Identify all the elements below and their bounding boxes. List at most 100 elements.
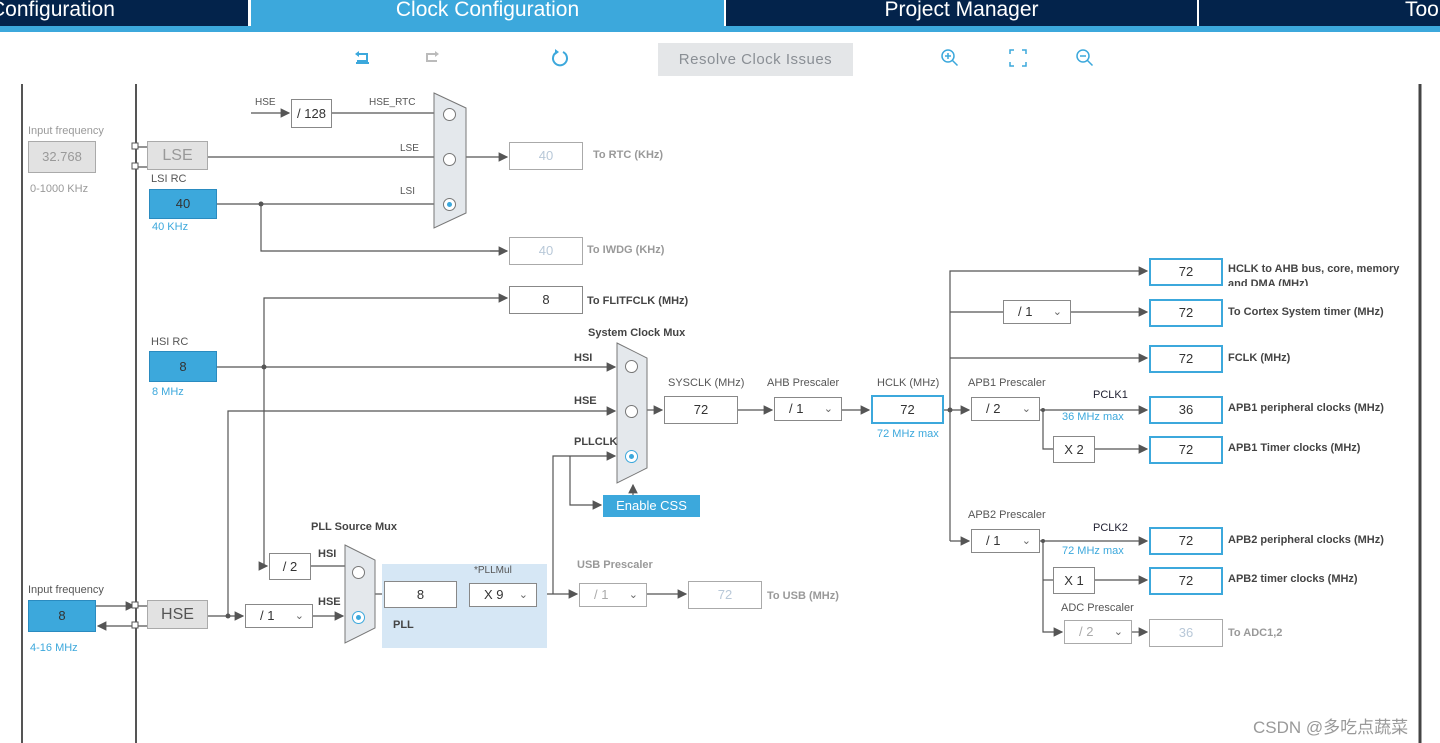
watermark: CSDN @多吃点蔬菜 (1253, 718, 1409, 737)
hclk-max: 72 MHz max (877, 428, 939, 440)
output-apb1-timer-label: APB1 Timer clocks (MHz) (1228, 442, 1361, 454)
hse-range: 4-16 MHz (30, 642, 78, 654)
enable-css-button[interactable]: Enable CSS (603, 495, 700, 517)
iwdg-output-label: To IWDG (KHz) (587, 244, 665, 256)
hse-frequency-input[interactable]: 8 (28, 600, 96, 632)
rtc-output-label: To RTC (KHz) (593, 149, 664, 161)
apb1-prescaler-select[interactable]: / 2 ⌄ (971, 397, 1040, 421)
chevron-down-icon: ⌄ (628, 589, 638, 601)
output-apb2-peripheral[interactable]: 72 (1149, 527, 1223, 555)
hse-prediv-value: / 1 (260, 608, 275, 623)
sysclk-mux-hsi-radio[interactable] (625, 360, 638, 373)
pclk1-label: PCLK1 (1093, 389, 1128, 401)
rtc-mux-hse-radio[interactable] (443, 108, 456, 121)
output-fclk[interactable]: 72 (1149, 345, 1223, 373)
hse-rtc-label: HSE_RTC (369, 97, 416, 108)
chevron-down-icon: ⌄ (1021, 403, 1031, 415)
apb2-prescaler-select[interactable]: / 1 ⌄ (971, 529, 1040, 553)
usb-output: 72 (688, 581, 762, 609)
output-apb2-timer-label: APB2 timer clocks (MHz) (1228, 573, 1358, 585)
system-clock-mux-title: System Clock Mux (588, 327, 686, 339)
hsi-rc-label: HSI RC (151, 336, 189, 348)
lse-frequency-input[interactable]: 32.768 (28, 141, 96, 173)
adc-value: / 2 (1079, 624, 1094, 639)
pclk1-max: 36 MHz max (1062, 411, 1124, 423)
usb-prescaler-value: / 1 (594, 587, 609, 602)
chevron-down-icon: ⌄ (518, 589, 528, 601)
pllmux-hsi-label: HSI (318, 548, 337, 560)
apb2-prescaler-label: APB2 Prescaler (968, 509, 1046, 521)
pll-mux-hse-radio[interactable] (352, 611, 365, 624)
lse-block: LSE (147, 141, 208, 170)
sysmux-hsi-label: HSI (574, 352, 593, 364)
output-adc-label: To ADC1,2 (1228, 627, 1283, 639)
usb-prescaler-label: USB Prescaler (577, 559, 653, 571)
chevron-down-icon: ⌄ (823, 403, 833, 415)
output-apb1-timer[interactable]: 72 (1149, 436, 1223, 464)
lsi-rc-label: LSI RC (151, 173, 187, 185)
apb2-value: / 1 (986, 533, 1001, 548)
apb1-timer-multiplier: X 2 (1053, 436, 1095, 463)
pll-mux-hsi-radio[interactable] (352, 566, 365, 579)
hse-block: HSE (147, 600, 208, 629)
hclk-value[interactable]: 72 (871, 395, 944, 424)
iwdg-output: 40 (509, 237, 583, 265)
pllmul-label: *PLLMul (474, 565, 512, 576)
chevron-down-icon: ⌄ (1021, 535, 1031, 547)
chevron-down-icon: ⌄ (1113, 626, 1123, 638)
pll-input-value: 8 (384, 581, 457, 608)
usb-prescaler-select[interactable]: / 1 ⌄ (579, 583, 647, 607)
sysclk-mux-pllclk-radio[interactable] (625, 450, 638, 463)
hsi-rc-value: 8 (149, 351, 217, 382)
output-apb2-timer[interactable]: 72 (1149, 567, 1223, 595)
pll-label: PLL (393, 619, 414, 631)
pllmul-select[interactable]: X 9 ⌄ (469, 583, 537, 607)
ahb-value: / 1 (789, 401, 804, 416)
sysclk-value[interactable]: 72 (664, 396, 738, 424)
sysclk-label: SYSCLK (MHz) (668, 377, 745, 389)
apb2-timer-multiplier: X 1 (1053, 567, 1095, 594)
ahb-prescaler-select[interactable]: / 1 ⌄ (774, 397, 842, 421)
rtc-lse-label: LSE (400, 143, 419, 154)
hsi-div2-block: / 2 (269, 553, 311, 580)
hse-prediv-select[interactable]: / 1 ⌄ (245, 604, 313, 628)
pll-source-mux-title: PLL Source Mux (311, 521, 397, 533)
apb1-value: / 2 (986, 401, 1001, 416)
pllmul-value: X 9 (484, 587, 504, 602)
cortex-timer-divider-select[interactable]: / 1 ⌄ (1003, 300, 1071, 324)
adc-prescaler-select[interactable]: / 2 ⌄ (1064, 620, 1132, 644)
rtc-output: 40 (509, 142, 583, 170)
cortex-divider-value: / 1 (1018, 304, 1033, 319)
adc-prescaler-label: ADC Prescaler (1061, 602, 1134, 614)
output-cortex-timer-label: To Cortex System timer (MHz) (1228, 306, 1384, 318)
usb-output-label: To USB (MHz) (767, 590, 839, 602)
output-apb1-peripheral-label: APB1 peripheral clocks (MHz) (1228, 402, 1384, 414)
hse-rtc-divider: / 128 (291, 99, 332, 128)
sysmux-hse-label: HSE (574, 395, 597, 407)
hsi-unit: 8 MHz (152, 386, 184, 398)
lse-range: 0-1000 KHz (30, 183, 89, 195)
output-apb2-peripheral-label: APB2 peripheral clocks (MHz) (1228, 534, 1384, 546)
chevron-down-icon: ⌄ (1052, 306, 1062, 318)
pllmux-hse-label: HSE (318, 596, 341, 608)
rtc-mux-lsi-radio[interactable] (443, 198, 456, 211)
hclk-label: HCLK (MHz) (877, 377, 940, 389)
lse-input-label: Input frequency (28, 125, 104, 137)
output-hclk-ahb-label: HCLK to AHB bus, core, memory and DMA (M… (1228, 263, 1400, 286)
lsi-rc-value: 40 (149, 189, 217, 219)
lsi-unit: 40 KHz (152, 221, 189, 233)
output-fclk-label: FCLK (MHz) (1228, 352, 1291, 364)
flitfclk-output: 8 (509, 286, 583, 314)
hse-input-label: Input frequency (28, 584, 104, 596)
flitfclk-output-label: To FLITFCLK (MHz) (587, 295, 689, 307)
output-cortex-timer[interactable]: 72 (1149, 299, 1223, 327)
sysclk-mux-hse-radio[interactable] (625, 405, 638, 418)
rtc-mux-lse-radio[interactable] (443, 153, 456, 166)
output-apb1-peripheral[interactable]: 36 (1149, 396, 1223, 424)
output-adc: 36 (1149, 619, 1223, 647)
pclk2-label: PCLK2 (1093, 522, 1128, 534)
pclk2-max: 72 MHz max (1062, 545, 1124, 557)
rtc-lsi-label: LSI (400, 186, 416, 197)
rtc-hse-label: HSE (255, 97, 276, 108)
output-hclk-ahb[interactable]: 72 (1149, 258, 1223, 286)
